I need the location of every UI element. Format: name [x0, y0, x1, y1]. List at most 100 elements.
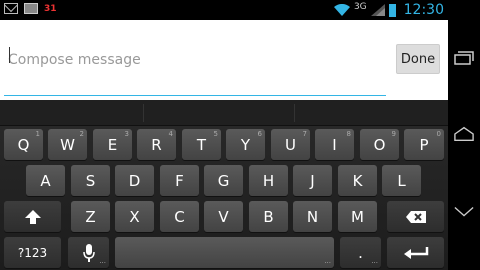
- key-label: X: [129, 207, 140, 226]
- space-key[interactable]: ···: [115, 237, 334, 268]
- wifi-icon: [333, 4, 350, 16]
- key-label: J: [310, 171, 315, 190]
- key-label: R: [151, 135, 162, 154]
- key-label: H: [262, 171, 275, 190]
- done-button[interactable]: Done: [396, 44, 440, 74]
- suggestion-divider: [294, 104, 295, 122]
- key-r[interactable]: R4: [137, 129, 176, 160]
- network-type-label: 3G: [353, 2, 367, 12]
- key-n[interactable]: N: [293, 201, 332, 232]
- key-hint: 5: [213, 130, 218, 138]
- key-h[interactable]: H: [249, 165, 288, 196]
- key-p[interactable]: P0: [404, 129, 444, 160]
- key-w[interactable]: W2: [48, 129, 87, 160]
- keyboard: Q1 W2 E3 R4 T5 Y6 U7 I8 O9 P0 A S D F G …: [0, 100, 448, 270]
- key-f[interactable]: F: [160, 165, 199, 196]
- enter-key[interactable]: [387, 237, 444, 268]
- battery-icon: [388, 3, 396, 17]
- suggestion-divider: [143, 104, 144, 122]
- key-j[interactable]: J: [293, 165, 332, 196]
- chevron-down-icon: [454, 206, 474, 217]
- key-label: T: [196, 135, 207, 154]
- recent-apps-button[interactable]: [454, 48, 474, 68]
- key-label: Z: [85, 207, 96, 226]
- key-hint: 8: [346, 130, 351, 138]
- compose-area: Done: [0, 20, 448, 100]
- key-q[interactable]: Q1: [4, 129, 43, 160]
- key-label: D: [128, 171, 141, 190]
- key-label: V: [218, 207, 229, 226]
- key-hint: 1: [35, 130, 40, 138]
- period-key[interactable]: . ···: [340, 237, 381, 268]
- key-label: Q: [17, 135, 30, 154]
- compose-message-input[interactable]: [4, 24, 386, 96]
- key-hint: 6: [257, 130, 262, 138]
- key-hint: 2: [79, 130, 84, 138]
- clock: 12:30: [403, 2, 444, 18]
- microphone-icon: [82, 243, 95, 262]
- recent-apps-icon: [454, 51, 474, 65]
- key-label: P: [419, 135, 429, 154]
- enter-icon: [403, 246, 428, 259]
- key-k[interactable]: K: [338, 165, 377, 196]
- key-a[interactable]: A: [26, 165, 65, 196]
- key-label: G: [217, 171, 230, 190]
- backspace-icon: [405, 210, 426, 223]
- gallery-notification-icon: [24, 3, 38, 14]
- key-label: W: [60, 135, 75, 154]
- voice-input-key[interactable]: ···: [68, 237, 109, 268]
- key-u[interactable]: U7: [271, 129, 310, 160]
- shift-key[interactable]: [4, 201, 61, 232]
- key-label: K: [352, 171, 363, 190]
- key-e[interactable]: E3: [93, 129, 132, 160]
- key-c[interactable]: C: [160, 201, 199, 232]
- key-label: ?123: [17, 245, 48, 260]
- key-s[interactable]: S: [71, 165, 110, 196]
- back-button[interactable]: [454, 202, 474, 222]
- key-v[interactable]: V: [204, 201, 243, 232]
- key-label: M: [351, 207, 364, 226]
- key-label: U: [285, 135, 296, 154]
- home-icon: [454, 126, 474, 142]
- key-hint: 0: [436, 130, 441, 138]
- key-o[interactable]: O9: [360, 129, 399, 160]
- status-bar: 31 3G 12:30: [0, 0, 448, 20]
- key-label: F: [175, 171, 184, 190]
- suggestion-strip: [0, 100, 448, 126]
- key-label: C: [174, 207, 185, 226]
- key-label: O: [373, 135, 386, 154]
- key-label: N: [306, 207, 319, 226]
- backspace-key[interactable]: [387, 201, 444, 232]
- key-t[interactable]: T5: [182, 129, 221, 160]
- key-label: E: [107, 135, 118, 154]
- key-g[interactable]: G: [204, 165, 243, 196]
- more-dots-icon: ···: [99, 259, 106, 267]
- key-hint: 7: [302, 130, 307, 138]
- key-label: A: [40, 171, 51, 190]
- key-label: L: [397, 171, 406, 190]
- key-label: .: [358, 243, 363, 262]
- key-label: Y: [240, 135, 251, 154]
- key-l[interactable]: L: [382, 165, 421, 196]
- more-dots-icon: ···: [371, 259, 378, 267]
- key-b[interactable]: B: [249, 201, 288, 232]
- key-hint: 3: [124, 130, 129, 138]
- key-hint: 4: [168, 130, 173, 138]
- mail-notification-icon: [4, 3, 18, 14]
- key-y[interactable]: Y6: [226, 129, 265, 160]
- key-label: B: [263, 207, 274, 226]
- key-z[interactable]: Z: [71, 201, 110, 232]
- text-cursor: [9, 47, 10, 63]
- key-x[interactable]: X: [115, 201, 154, 232]
- key-i[interactable]: I8: [315, 129, 354, 160]
- shift-icon: [24, 209, 41, 224]
- key-label: I: [332, 135, 337, 154]
- more-dots-icon: ···: [324, 259, 331, 267]
- key-m[interactable]: M: [338, 201, 377, 232]
- signal-icon: [370, 4, 385, 16]
- key-label: S: [85, 171, 96, 190]
- home-button[interactable]: [454, 124, 474, 144]
- key-d[interactable]: D: [115, 165, 154, 196]
- navigation-bar: [448, 0, 480, 270]
- symbols-key[interactable]: ?123: [4, 237, 61, 268]
